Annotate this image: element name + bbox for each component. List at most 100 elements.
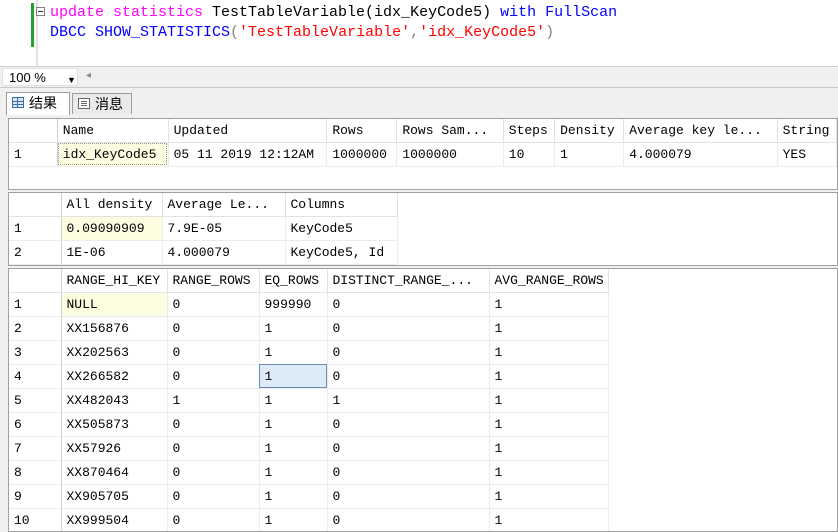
grid-cell[interactable]: 0 bbox=[167, 412, 260, 437]
code-line-1[interactable]: update statistics TestTableVariable(idx_… bbox=[50, 4, 617, 21]
column-header[interactable]: DISTINCT_RANGE_... bbox=[327, 269, 490, 293]
grid-cell[interactable]: 1 bbox=[489, 364, 609, 389]
column-header[interactable]: Average key le... bbox=[623, 119, 778, 143]
grid-cell[interactable]: 1 bbox=[489, 316, 609, 341]
grid-cell[interactable]: 0 bbox=[167, 508, 260, 531]
row-number[interactable]: 1 bbox=[9, 142, 58, 167]
table-row[interactable]: 1 0.09090909 7.9E-05 KeyCode5 bbox=[9, 216, 398, 241]
grid-cell[interactable]: 1 bbox=[259, 460, 328, 485]
grid-cell[interactable]: 1 bbox=[554, 142, 625, 167]
row-header-corner[interactable] bbox=[9, 193, 62, 217]
row-number[interactable]: 1 bbox=[9, 292, 62, 317]
column-header[interactable]: All density bbox=[61, 193, 163, 217]
table-row[interactable]: 10 XX999504 0 1 0 1 bbox=[9, 508, 609, 531]
row-number[interactable]: 5 bbox=[9, 388, 62, 413]
grid-cell[interactable]: 0 bbox=[167, 292, 260, 317]
grid-cell[interactable]: 0 bbox=[327, 460, 490, 485]
sql-editor[interactable]: update statistics TestTableVariable(idx_… bbox=[0, 0, 838, 66]
grid-cell[interactable]: 1 bbox=[489, 292, 609, 317]
grid-cell[interactable]: 0 bbox=[167, 364, 260, 389]
grid-cell[interactable]: 0.09090909 bbox=[61, 216, 163, 241]
grid-cell[interactable]: 1 bbox=[489, 412, 609, 437]
grid-cell[interactable]: XX999504 bbox=[61, 508, 168, 531]
row-number[interactable]: 1 bbox=[9, 216, 62, 241]
grid-cell[interactable]: 1 bbox=[489, 508, 609, 531]
grid-cell-focused[interactable]: 1 bbox=[259, 364, 328, 389]
grid-cell[interactable]: 1 bbox=[259, 508, 328, 531]
grid-cell[interactable]: 0 bbox=[167, 436, 260, 461]
grid-cell[interactable]: YES bbox=[777, 142, 837, 167]
column-header[interactable]: Rows Sam... bbox=[396, 119, 504, 143]
table-row[interactable]: 1 NULL 0 999990 0 1 bbox=[9, 292, 609, 317]
grid-cell[interactable]: XX156876 bbox=[61, 316, 168, 341]
grid-cell[interactable]: 1 bbox=[259, 316, 328, 341]
grid-cell[interactable]: 0 bbox=[327, 412, 490, 437]
table-row[interactable]: 1 idx_KeyCode5 05 11 2019 12:12AM 100000… bbox=[9, 142, 837, 167]
column-header[interactable]: RANGE_ROWS bbox=[167, 269, 260, 293]
table-row[interactable]: 2 XX156876 0 1 0 1 bbox=[9, 316, 609, 341]
grid-cell[interactable]: 0 bbox=[327, 484, 490, 509]
table-row[interactable]: 8 XX870464 0 1 0 1 bbox=[9, 460, 609, 485]
grid-cell[interactable]: 1 bbox=[489, 340, 609, 365]
row-number[interactable]: 4 bbox=[9, 364, 62, 389]
grid-cell[interactable]: 0 bbox=[167, 340, 260, 365]
grid-cell[interactable]: 0 bbox=[327, 364, 490, 389]
column-header[interactable]: Steps bbox=[503, 119, 556, 143]
stats-header-grid[interactable]: Name Updated Rows Rows Sam... Steps Dens… bbox=[8, 118, 838, 190]
grid-cell[interactable]: 0 bbox=[327, 436, 490, 461]
grid-cell[interactable]: 0 bbox=[327, 508, 490, 531]
grid-cell[interactable]: 1 bbox=[259, 436, 328, 461]
grid-cell[interactable]: XX905705 bbox=[61, 484, 168, 509]
table-row[interactable]: 7 XX57926 0 1 0 1 bbox=[9, 436, 609, 461]
grid-cell[interactable]: 0 bbox=[327, 316, 490, 341]
row-number[interactable]: 8 bbox=[9, 460, 62, 485]
table-row[interactable]: 3 XX202563 0 1 0 1 bbox=[9, 340, 609, 365]
grid-cell[interactable]: 1 bbox=[259, 412, 328, 437]
grid-cell[interactable]: KeyCode5, Id bbox=[285, 240, 398, 265]
row-header-corner[interactable] bbox=[9, 269, 62, 293]
chevron-down-icon[interactable]: ▼ bbox=[67, 71, 76, 89]
grid-cell[interactable]: 1E-06 bbox=[61, 240, 163, 265]
grid-cell[interactable]: XX266582 bbox=[61, 364, 168, 389]
column-header[interactable]: Updated bbox=[168, 119, 328, 143]
row-number[interactable]: 9 bbox=[9, 484, 62, 509]
grid-cell[interactable]: 7.9E-05 bbox=[162, 216, 286, 241]
code-line-2[interactable]: DBCC SHOW_STATISTICS('TestTableVariable'… bbox=[50, 24, 554, 41]
grid-cell[interactable]: NULL bbox=[61, 292, 168, 317]
grid-cell[interactable]: 999990 bbox=[259, 292, 328, 317]
table-row[interactable]: 2 1E-06 4.000079 KeyCode5, Id bbox=[9, 240, 398, 265]
density-grid[interactable]: All density Average Le... Columns 1 0.09… bbox=[8, 192, 838, 266]
grid-cell[interactable]: 1 bbox=[259, 340, 328, 365]
grid-cell[interactable]: 1 bbox=[489, 484, 609, 509]
grid-cell[interactable]: XX505873 bbox=[61, 412, 168, 437]
grid-cell[interactable]: 1 bbox=[489, 460, 609, 485]
collapse-icon[interactable] bbox=[36, 7, 45, 16]
row-number[interactable]: 7 bbox=[9, 436, 62, 461]
row-header-corner[interactable] bbox=[9, 119, 58, 143]
grid-cell[interactable]: KeyCode5 bbox=[285, 216, 398, 241]
grid-cell[interactable]: 0 bbox=[167, 484, 260, 509]
table-row[interactable]: 6 XX505873 0 1 0 1 bbox=[9, 412, 609, 437]
grid-cell[interactable]: XX870464 bbox=[61, 460, 168, 485]
grid-cell[interactable]: 1000000 bbox=[396, 142, 504, 167]
grid-cell[interactable]: 4.000079 bbox=[162, 240, 286, 265]
row-number[interactable]: 6 bbox=[9, 412, 62, 437]
grid-cell[interactable]: 4.000079 bbox=[623, 142, 778, 167]
column-header[interactable]: RANGE_HI_KEY bbox=[61, 269, 168, 293]
column-header[interactable]: Rows bbox=[326, 119, 398, 143]
column-header[interactable]: Columns bbox=[285, 193, 398, 217]
grid-cell[interactable]: 1 bbox=[259, 388, 328, 413]
grid-cell[interactable]: 1 bbox=[327, 388, 490, 413]
table-row[interactable]: 4 XX266582 0 1 0 1 bbox=[9, 364, 609, 389]
row-number[interactable]: 2 bbox=[9, 316, 62, 341]
column-header[interactable]: String bbox=[777, 119, 837, 143]
grid-cell[interactable]: 1 bbox=[489, 436, 609, 461]
grid-cell[interactable]: 0 bbox=[327, 340, 490, 365]
column-header[interactable]: Name bbox=[57, 119, 169, 143]
row-number[interactable]: 3 bbox=[9, 340, 62, 365]
column-header[interactable]: AVG_RANGE_ROWS bbox=[489, 269, 609, 293]
table-row[interactable]: 9 XX905705 0 1 0 1 bbox=[9, 484, 609, 509]
grid-cell[interactable]: 1 bbox=[489, 388, 609, 413]
grid-cell[interactable]: XX482043 bbox=[61, 388, 168, 413]
grid-cell[interactable]: 05 11 2019 12:12AM bbox=[168, 142, 328, 167]
